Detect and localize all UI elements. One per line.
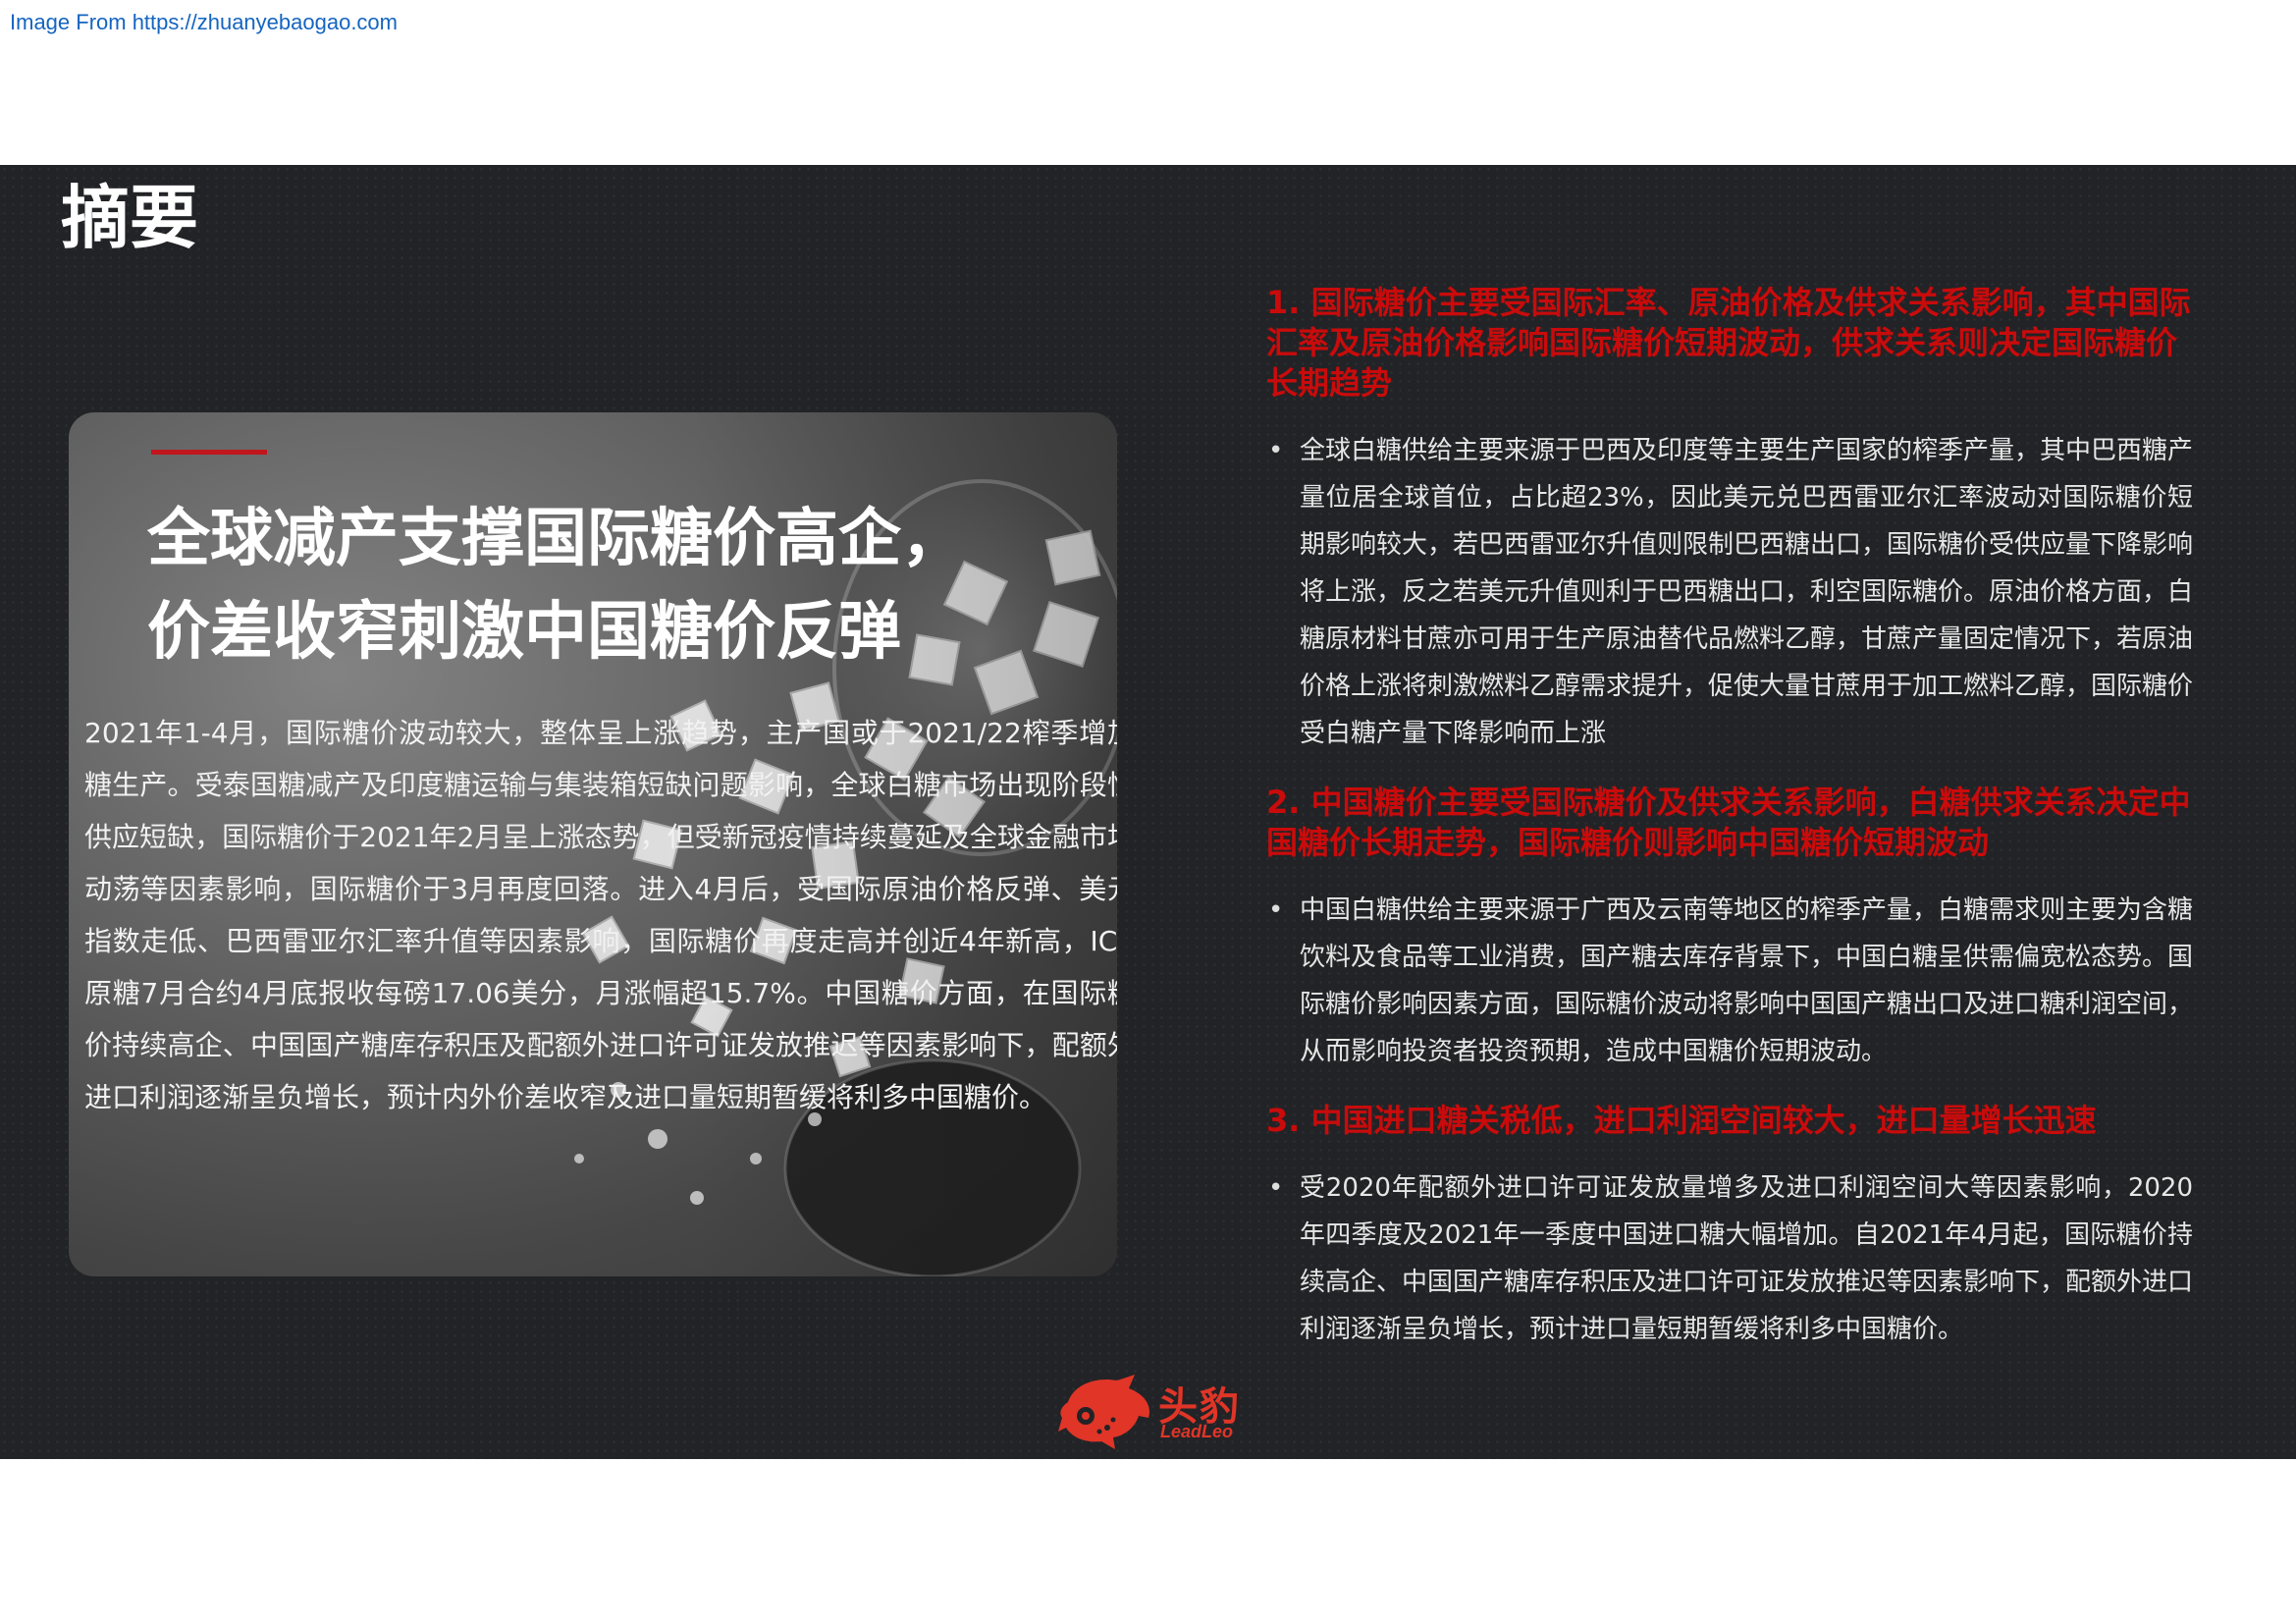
headline-line-2: 价差收窄刺激中国糖价反弹: [147, 596, 901, 669]
bullet-icon: •: [1268, 436, 1284, 465]
leadleo-logo: 头豹 LeadLeo: [1056, 1373, 1253, 1451]
finding-1: 1. 国际糖价主要受国际汇率、原油价格及供求关系影响，其中国际汇率及原油价格影响…: [1266, 283, 2193, 757]
source-link[interactable]: Image From https://zhuanyebaogao.com: [10, 10, 398, 35]
finding-2-text: 中国白糖供给主要来源于广西及云南等地区的榨季产量，白糖需求则主要为含糖饮料及食品…: [1300, 895, 2194, 1066]
leopard-head-icon: [1058, 1375, 1150, 1449]
finding-3-bullet: • 受2020年配额外进口许可证发放量增多及进口利润空间大等因素影响，2020年…: [1266, 1164, 2193, 1353]
accent-rule: [151, 450, 267, 455]
finding-2-bullet: • 中国白糖供给主要来源于广西及云南等地区的榨季产量，白糖需求则主要为含糖饮料及…: [1266, 887, 2193, 1075]
finding-1-heading: 1. 国际糖价主要受国际汇率、原油价格及供求关系影响，其中国际汇率及原油价格影响…: [1266, 284, 2191, 402]
cover-summary-text: 2021年1-4月，国际糖价波动较大，整体呈上涨趋势，主产国或于2021/22榨…: [84, 717, 1117, 1113]
headline-line-1: 全球减产支撑国际糖价高企，: [147, 503, 964, 575]
summary-slide: 摘要 全球减产支撑国际糖价高企， 价差收窄刺激中国糖价反弹 2021年1-4月，…: [0, 165, 2296, 1459]
page-title: 摘要: [61, 178, 198, 258]
bullet-icon: •: [1268, 1173, 1284, 1203]
finding-3-heading: 3. 中国进口糖关税低，进口利润空间较大，进口量增长迅速: [1266, 1102, 2097, 1139]
finding-3-text: 受2020年配额外进口许可证发放量增多及进口利润空间大等因素影响，2020年四季…: [1300, 1173, 2194, 1344]
logo-text-en: LeadLeo: [1160, 1422, 1234, 1441]
cover-image-card: 全球减产支撑国际糖价高企， 价差收窄刺激中国糖价反弹 2021年1-4月，国际糖…: [69, 412, 1117, 1276]
finding-1-bullet: • 全球白糖供给主要来源于巴西及印度等主要生产国家的榨季产量，其中巴西糖产量位居…: [1266, 427, 2193, 757]
finding-3: 3. 中国进口糖关税低，进口利润空间较大，进口量增长迅速 • 受2020年配额外…: [1266, 1101, 2193, 1353]
finding-2-heading: 2. 中国糖价主要受国际糖价及供求关系影响，白糖供求关系决定中国糖价长期走势，国…: [1266, 784, 2191, 861]
bullet-icon: •: [1268, 895, 1284, 925]
cover-headline: 全球减产支撑国际糖价高企， 价差收窄刺激中国糖价反弹: [147, 493, 1090, 679]
finding-2: 2. 中国糖价主要受国际糖价及供求关系影响，白糖供求关系决定中国糖价长期走势，国…: [1266, 783, 2193, 1075]
key-findings: 1. 国际糖价主要受国际汇率、原油价格及供求关系影响，其中国际汇率及原油价格影响…: [1266, 283, 2193, 1379]
finding-1-text: 全球白糖供给主要来源于巴西及印度等主要生产国家的榨季产量，其中巴西糖产量位居全球…: [1300, 436, 2194, 748]
